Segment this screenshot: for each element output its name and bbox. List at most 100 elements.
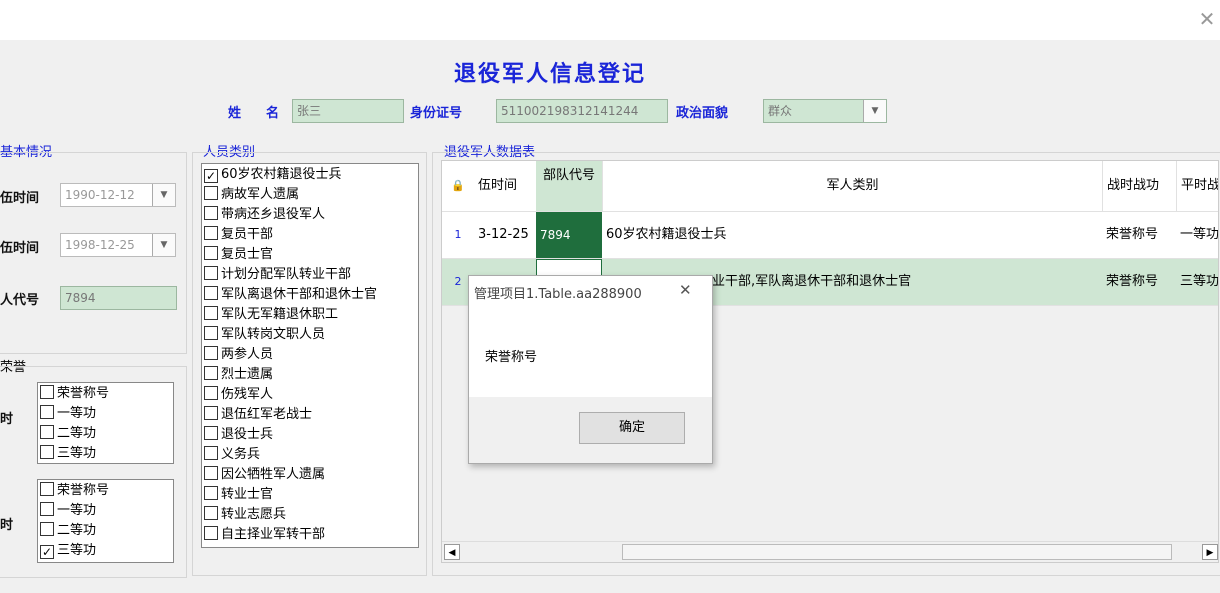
category-item[interactable]: 复员士官	[202, 245, 418, 265]
checkbox[interactable]	[204, 406, 218, 420]
war-time-label: 时	[0, 412, 14, 427]
category-item[interactable]: 两参人员	[202, 345, 418, 365]
peace-honor-list: 荣誉称号 一等功 二等功 ✓ 三等功	[37, 479, 174, 563]
checkbox[interactable]	[204, 266, 218, 280]
chevron-down-icon[interactable]: ▼	[863, 100, 886, 122]
cell-code[interactable]: 7894	[536, 212, 602, 258]
checkbox[interactable]	[204, 506, 218, 520]
category-item[interactable]: 伤残军人	[202, 385, 418, 405]
political-select[interactable]: 群众 ▼	[763, 99, 887, 123]
checkbox[interactable]	[204, 526, 218, 540]
scroll-left-icon[interactable]: ◀	[444, 544, 460, 560]
peace-honor-item[interactable]: 一等功	[38, 501, 173, 521]
category-item[interactable]: 退伍红军老战士	[202, 405, 418, 425]
checkbox[interactable]	[204, 366, 218, 380]
category-item[interactable]: 军队转岗文职人员	[202, 325, 418, 345]
checkbox[interactable]	[204, 486, 218, 500]
checkbox[interactable]	[40, 425, 54, 439]
discharge-date-value: 1998-12-25	[65, 238, 135, 252]
category-item[interactable]: 病故军人遗属	[202, 185, 418, 205]
unit-code-field[interactable]: 7894	[60, 286, 177, 310]
checkbox-checked[interactable]: ✓	[204, 169, 218, 183]
checkbox[interactable]	[204, 186, 218, 200]
cell-date[interactable]: 3-12-25	[474, 212, 536, 258]
checkbox[interactable]	[40, 405, 54, 419]
checkbox-label: 退役士兵	[221, 427, 274, 442]
dialog-title: 管理项目1.Table.aa288900	[474, 287, 642, 302]
name-field[interactable]: 张三	[292, 99, 404, 123]
col-header-peace[interactable]: 平时战	[1176, 161, 1218, 211]
category-item[interactable]: 烈士遗属	[202, 365, 418, 385]
discharge-date-label: 伍时间	[0, 241, 40, 256]
category-item[interactable]: 退役士兵	[202, 425, 418, 445]
checkbox[interactable]	[204, 386, 218, 400]
cell-war[interactable]: 荣誉称号	[1102, 259, 1176, 305]
checkbox[interactable]	[204, 226, 218, 240]
checkbox[interactable]	[204, 466, 218, 480]
cell-category[interactable]: 60岁农村籍退役士兵	[602, 212, 1102, 258]
col-header-category[interactable]: 军人类别	[602, 161, 1102, 211]
checkbox[interactable]	[204, 346, 218, 360]
war-honor-item[interactable]: 荣誉称号	[38, 384, 173, 404]
cell-war[interactable]: 荣誉称号	[1102, 212, 1176, 258]
category-item[interactable]: 转业志愿兵	[202, 505, 418, 525]
war-honor-item[interactable]: 一等功	[38, 404, 173, 424]
checkbox-label: 转业志愿兵	[221, 507, 287, 522]
category-item[interactable]: 复员干部	[202, 225, 418, 245]
checkbox-label: 60岁农村籍退役士兵	[221, 167, 342, 182]
checkbox-label: 三等功	[57, 446, 97, 461]
category-item[interactable]: 转业士官	[202, 485, 418, 505]
checkbox[interactable]	[204, 426, 218, 440]
category-item[interactable]: 军队无军籍退休职工	[202, 305, 418, 325]
checkbox-label: 一等功	[57, 406, 97, 421]
category-item[interactable]: ✓ 60岁农村籍退役士兵	[202, 165, 418, 185]
dialog-close-icon[interactable]: ✕	[679, 281, 692, 299]
cell-peace[interactable]: 三等功	[1176, 259, 1218, 305]
checkbox-label: 复员士官	[221, 247, 274, 262]
peace-honor-item[interactable]: 二等功	[38, 521, 173, 541]
checkbox-label: 复员干部	[221, 227, 274, 242]
col-header-war[interactable]: 战时战功	[1102, 161, 1176, 211]
war-honor-item[interactable]: 三等功	[38, 444, 173, 464]
enlist-date-label: 伍时间	[0, 191, 40, 206]
enlist-date-picker[interactable]: 1990-12-12 ▼	[60, 183, 176, 207]
category-item[interactable]: 自主择业军转干部	[202, 525, 418, 545]
checkbox-checked[interactable]: ✓	[40, 545, 54, 559]
col-header-code[interactable]: 部队代号	[536, 161, 602, 211]
cell-peace[interactable]: 一等功	[1176, 212, 1218, 258]
scrollbar-thumb[interactable]	[622, 544, 1172, 560]
checkbox[interactable]	[204, 246, 218, 260]
checkbox[interactable]	[204, 326, 218, 340]
checkbox-label: 计划分配军队转业干部	[221, 267, 352, 282]
checkbox[interactable]	[204, 306, 218, 320]
category-item[interactable]: 带病还乡退役军人	[202, 205, 418, 225]
political-label: 政治面貌	[676, 106, 729, 121]
peace-honor-item[interactable]: ✓ 三等功	[38, 541, 173, 561]
checkbox[interactable]	[40, 445, 54, 459]
political-value: 群众	[768, 104, 793, 118]
ok-button[interactable]: 确定	[579, 412, 685, 444]
scroll-right-icon[interactable]: ▶	[1202, 544, 1218, 560]
table-row[interactable]: 1 3-12-25 7894 60岁农村籍退役士兵 荣誉称号 一等功	[442, 212, 1218, 259]
col-header-date[interactable]: 伍时间	[474, 161, 536, 211]
checkbox[interactable]	[40, 522, 54, 536]
category-list: ✓ 60岁农村籍退役士兵 病故军人遗属 带病还乡退役军人 复员干部 复员士官 计划分配军队转…	[201, 163, 419, 548]
checkbox[interactable]	[40, 385, 54, 399]
category-item[interactable]: 计划分配军队转业干部	[202, 265, 418, 285]
checkbox[interactable]	[204, 446, 218, 460]
id-field[interactable]: 511002198312141244	[496, 99, 668, 123]
checkbox[interactable]	[204, 286, 218, 300]
war-honor-item[interactable]: 二等功	[38, 424, 173, 444]
chevron-down-icon[interactable]: ▼	[152, 234, 175, 256]
checkbox[interactable]	[204, 206, 218, 220]
discharge-date-picker[interactable]: 1998-12-25 ▼	[60, 233, 176, 257]
close-icon[interactable]: ✕	[1196, 8, 1218, 30]
chevron-down-icon[interactable]: ▼	[152, 184, 175, 206]
horizontal-scrollbar[interactable]: ◀ ▶	[442, 541, 1218, 562]
peace-honor-item[interactable]: 荣誉称号	[38, 481, 173, 501]
checkbox[interactable]	[40, 502, 54, 516]
category-item[interactable]: 义务兵	[202, 445, 418, 465]
checkbox[interactable]	[40, 482, 54, 496]
category-item[interactable]: 因公牺牲军人遗属	[202, 465, 418, 485]
category-item[interactable]: 军队离退休干部和退休士官	[202, 285, 418, 305]
